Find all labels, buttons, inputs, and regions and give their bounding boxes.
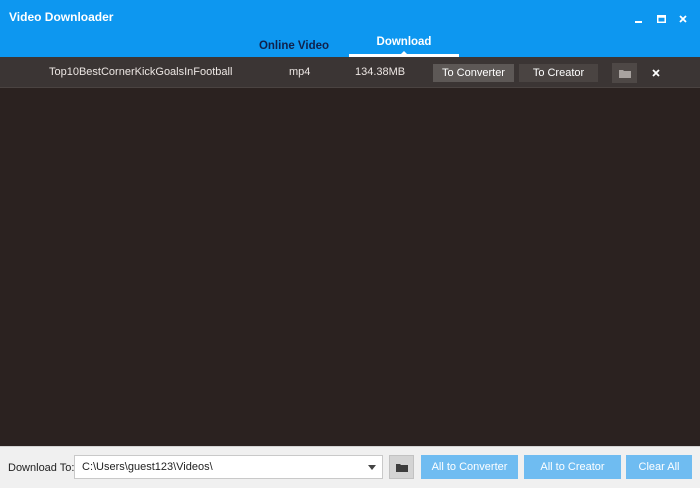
clear-all-button[interactable]: Clear All [626,455,692,479]
remove-download-button[interactable] [648,65,664,81]
video-name: Top10BestCornerKickGoalsInFootball [49,66,233,78]
open-folder-button[interactable] [612,63,637,83]
video-size: 134.38MB [355,66,406,78]
maximize-button[interactable] [650,12,672,26]
to-creator-button[interactable]: To Creator [519,64,598,82]
download-path-select[interactable]: C:\Users\guest123\Videos\ [74,455,383,479]
download-path-value: C:\Users\guest123\Videos\ [82,461,213,473]
active-tab-caret [400,51,408,55]
all-to-creator-button[interactable]: All to Creator [524,455,621,479]
title-bar: Video Downloader Online Video Download [0,0,700,57]
folder-icon [395,463,408,472]
maximize-icon [656,15,666,23]
download-list: Top10BestCornerKickGoalsInFootball mp4 1… [0,57,700,445]
download-row[interactable]: Top10BestCornerKickGoalsInFootball mp4 1… [0,57,700,88]
browse-folder-button[interactable] [389,455,414,479]
close-window-button[interactable] [672,12,694,26]
download-to-label: Download To: [8,462,75,474]
close-icon [652,69,660,77]
video-format: mp4 [289,66,311,78]
minimize-button[interactable] [628,12,650,26]
minimize-icon [635,21,642,23]
tab-online-video[interactable]: Online Video [235,33,353,57]
window-controls [628,12,694,26]
tab-bar: Online Video Download [0,33,700,57]
to-converter-button[interactable]: To Converter [433,64,514,82]
close-icon [679,15,687,23]
app-title: Video Downloader [9,10,114,24]
folder-icon [618,69,631,78]
chevron-down-icon [368,465,376,470]
all-to-converter-button[interactable]: All to Converter [421,455,518,479]
bottom-bar: Download To: C:\Users\guest123\Videos\ A… [0,446,700,488]
